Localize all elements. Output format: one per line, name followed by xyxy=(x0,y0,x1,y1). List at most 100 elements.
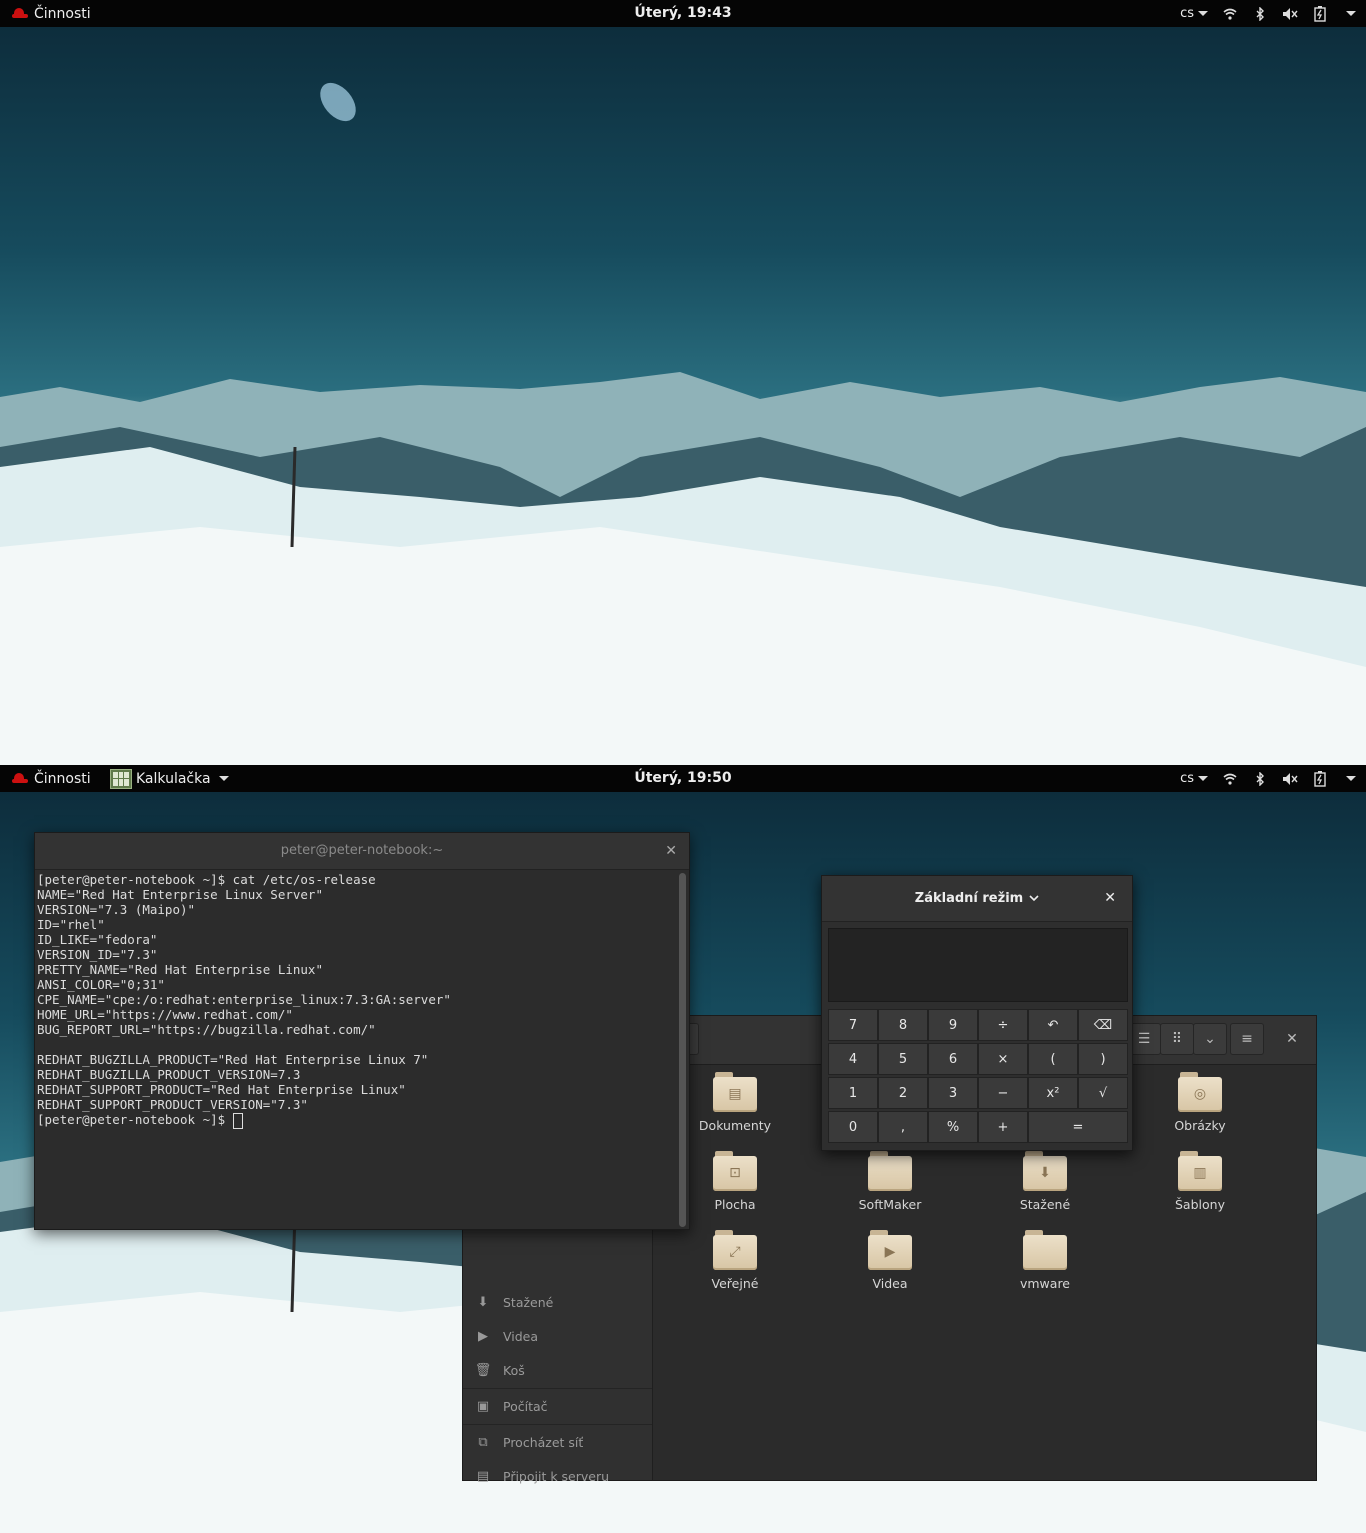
terminal-line: REDHAT_BUGZILLA_PRODUCT_VERSION=7.3 xyxy=(37,1067,301,1082)
chevron-down-icon xyxy=(1198,11,1208,16)
terminal-line: VERSION_ID="7.3" xyxy=(37,947,158,962)
terminal-line: ID_LIKE="fedora" xyxy=(37,932,158,947)
close-icon[interactable]: ✕ xyxy=(665,833,677,869)
key-1[interactable]: 1 xyxy=(828,1077,878,1109)
clock[interactable]: Úterý, 19:43 xyxy=(0,0,1366,27)
terminal-prompt-line: [peter@peter-notebook ~]$ xyxy=(37,1112,673,1129)
desktop-wallpaper-1 xyxy=(0,27,1366,765)
templates-folder-icon: ▥ xyxy=(1178,1151,1222,1191)
wifi-icon[interactable] xyxy=(1222,6,1238,22)
folder-item[interactable]: ⊡ Plocha xyxy=(680,1151,790,1212)
terminal-line: CPE_NAME="cpe:/o:redhat:enterprise_linux… xyxy=(37,992,451,1007)
key-multiply[interactable]: × xyxy=(978,1043,1028,1075)
system-tray: cs xyxy=(1180,0,1356,27)
folder-item[interactable]: ◎ Obrázky xyxy=(1145,1072,1255,1133)
terminal-line: REDHAT_BUGZILLA_PRODUCT="Red Hat Enterpr… xyxy=(37,1052,429,1067)
folder-item[interactable]: vmware xyxy=(990,1230,1100,1291)
terminal-line: BUG_REPORT_URL="https://bugzilla.redhat.… xyxy=(37,1022,376,1037)
folder-item[interactable]: ⤢ Veřejné xyxy=(680,1230,790,1291)
top-panel-1: Činnosti Úterý, 19:43 cs xyxy=(0,0,1366,27)
sidebar-item-downloads[interactable]: ⬇ Stažené xyxy=(475,1289,554,1315)
calculator-headerbar[interactable]: Základní režim ✕ xyxy=(822,876,1132,922)
close-icon[interactable]: ✕ xyxy=(1275,1023,1309,1055)
key-4[interactable]: 4 xyxy=(828,1043,878,1075)
sidebar-separator xyxy=(463,1424,652,1425)
battery-charging-icon[interactable] xyxy=(1312,5,1328,22)
chevron-down-icon xyxy=(1029,895,1039,902)
key-8[interactable]: 8 xyxy=(878,1009,928,1041)
documents-folder-icon: ▤ xyxy=(713,1072,757,1112)
bluetooth-icon[interactable] xyxy=(1252,6,1268,22)
terminal-line: NAME="Red Hat Enterprise Linux Server" xyxy=(37,887,323,902)
folder-item[interactable]: ▥ Šablony xyxy=(1145,1151,1255,1212)
calculator-display[interactable] xyxy=(828,928,1128,1002)
folder-item[interactable]: ▤ Dokumenty xyxy=(680,1072,790,1133)
terminal-line: ID="rhel" xyxy=(37,917,105,932)
clock-2[interactable]: Úterý, 19:50 xyxy=(0,765,1366,792)
bluetooth-icon[interactable] xyxy=(1252,771,1268,787)
sidebar-item-videos[interactable]: ▶ Videa xyxy=(475,1323,538,1349)
close-icon[interactable]: ✕ xyxy=(1104,876,1116,921)
calculator-window: Základní režim ✕ 7 8 9 ÷ ↶ ⌫ 4 5 6 × ( )… xyxy=(821,875,1133,1151)
battery-charging-icon[interactable] xyxy=(1312,770,1328,787)
folder-item[interactable]: SoftMaker xyxy=(835,1151,945,1212)
key-close-paren[interactable]: ) xyxy=(1078,1043,1128,1075)
key-0[interactable]: 0 xyxy=(828,1111,878,1143)
backspace-icon[interactable]: ⌫ xyxy=(1078,1009,1128,1041)
downloads-folder-icon: ⬇ xyxy=(1023,1151,1067,1191)
sidebar-item-trash[interactable]: 🗑 Koš xyxy=(475,1357,525,1383)
system-tray-2: cs xyxy=(1180,765,1356,792)
key-6[interactable]: 6 xyxy=(928,1043,978,1075)
key-7[interactable]: 7 xyxy=(828,1009,878,1041)
key-3[interactable]: 3 xyxy=(928,1077,978,1109)
volume-muted-icon[interactable] xyxy=(1282,6,1298,22)
key-percent[interactable]: % xyxy=(928,1111,978,1143)
key-9[interactable]: 9 xyxy=(928,1009,978,1041)
sidebar-item-computer[interactable]: ▣ Počítač xyxy=(475,1393,548,1419)
key-open-paren[interactable]: ( xyxy=(1028,1043,1078,1075)
key-divide[interactable]: ÷ xyxy=(978,1009,1028,1041)
key-decimal[interactable]: , xyxy=(878,1111,928,1143)
key-equals[interactable]: = xyxy=(1028,1111,1128,1143)
video-icon: ▶ xyxy=(478,1328,488,1344)
menu-icon[interactable]: ≡ xyxy=(1230,1023,1264,1055)
terminal-line: REDHAT_SUPPORT_PRODUCT_VERSION="7.3" xyxy=(37,1097,308,1112)
folder-icon xyxy=(868,1151,912,1191)
terminal-titlebar[interactable]: peter@peter-notebook:~ ✕ xyxy=(35,833,689,870)
download-icon: ⬇ xyxy=(477,1294,489,1310)
system-menu-chevron-icon[interactable] xyxy=(1346,776,1356,781)
videos-folder-icon: ▶ xyxy=(868,1230,912,1270)
terminal-scrollbar[interactable] xyxy=(679,873,686,1227)
pictures-folder-icon: ◎ xyxy=(1178,1072,1222,1112)
undo-icon[interactable]: ↶ xyxy=(1028,1009,1078,1041)
mode-selector[interactable]: Základní režim xyxy=(915,891,1023,906)
network-icon: ⧉ xyxy=(478,1434,488,1450)
key-subtract[interactable]: − xyxy=(978,1077,1028,1109)
sidebar-item-network[interactable]: ⧉ Procházet síť xyxy=(475,1429,583,1455)
key-sqrt[interactable]: √ xyxy=(1078,1077,1128,1109)
sidebar-item-connect-server[interactable]: ▤ Připojit k serveru xyxy=(475,1463,609,1489)
public-folder-icon: ⤢ xyxy=(713,1230,757,1270)
volume-muted-icon[interactable] xyxy=(1282,771,1298,787)
terminal-line: REDHAT_SUPPORT_PRODUCT="Red Hat Enterpri… xyxy=(37,1082,406,1097)
key-square[interactable]: x² xyxy=(1028,1077,1078,1109)
system-menu-chevron-icon[interactable] xyxy=(1346,11,1356,16)
terminal-line: ANSI_COLOR="0;31" xyxy=(37,977,165,992)
terminal-window: peter@peter-notebook:~ ✕ [peter@peter-no… xyxy=(34,832,690,1230)
server-icon: ▤ xyxy=(476,1468,490,1484)
terminal-output[interactable]: [peter@peter-notebook ~]$ cat /etc/os-re… xyxy=(35,869,675,1229)
key-5[interactable]: 5 xyxy=(878,1043,928,1075)
folder-icon xyxy=(1023,1230,1067,1270)
folder-item[interactable]: ⬇ Stažené xyxy=(990,1151,1100,1212)
grid-view-icon[interactable]: ⠿ xyxy=(1160,1023,1194,1055)
sidebar-separator xyxy=(463,1388,652,1389)
language-selector[interactable]: cs xyxy=(1180,771,1208,786)
folder-item[interactable]: ▶ Videa xyxy=(835,1230,945,1291)
wifi-icon[interactable] xyxy=(1222,771,1238,787)
key-2[interactable]: 2 xyxy=(878,1077,928,1109)
language-selector[interactable]: cs xyxy=(1180,6,1208,21)
trash-icon: 🗑 xyxy=(474,1362,492,1378)
key-add[interactable]: + xyxy=(978,1111,1028,1143)
view-options-chevron-icon[interactable]: ⌄ xyxy=(1193,1023,1227,1055)
